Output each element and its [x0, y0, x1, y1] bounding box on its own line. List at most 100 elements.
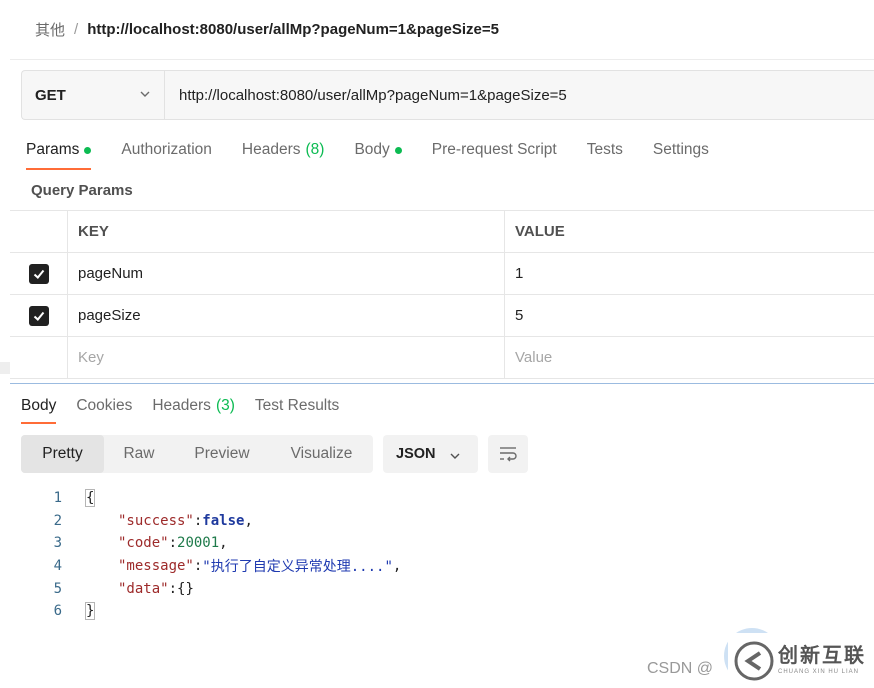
headers-count: (8)	[305, 141, 325, 158]
json-key-data: "data"	[118, 580, 169, 597]
brand-watermark: 创新互联 CHUANG XIN HU LIAN	[728, 633, 874, 688]
url-input[interactable]: http://localhost:8080/user/allMp?pageNum…	[165, 71, 567, 119]
wrap-lines-icon	[500, 447, 517, 462]
param-value[interactable]: 1	[505, 253, 874, 294]
json-open-brace: {	[84, 489, 96, 508]
code-line: 2 "success": false,	[30, 510, 401, 533]
response-tab-cookies-label: Cookies	[76, 397, 133, 414]
response-tab-headers[interactable]: Headers (3)	[152, 396, 235, 416]
line-number: 5	[53, 580, 62, 597]
line-number: 1	[53, 490, 62, 507]
json-value-data: {}	[177, 580, 194, 597]
new-value-input[interactable]: Value	[505, 337, 874, 378]
table-row: pageNum 1	[10, 253, 874, 295]
response-tabs: Body Cookies Headers (3) Test Results	[21, 396, 359, 424]
wrap-lines-button[interactable]	[488, 435, 528, 473]
format-select[interactable]: JSON	[383, 435, 478, 473]
param-value[interactable]: 5	[505, 295, 874, 336]
param-checkbox-cell	[10, 295, 68, 336]
view-pretty-button[interactable]: Pretty	[21, 435, 104, 473]
response-headers-count: (3)	[215, 397, 235, 414]
csdn-watermark: CSDN @	[647, 660, 714, 677]
json-key-success: "success"	[118, 512, 194, 529]
table-header-row: KEY VALUE	[10, 211, 874, 253]
query-params-table: KEY VALUE pageNum 1 pageSize 5 Key Value	[10, 210, 874, 379]
brand-name-cn: 创新互联	[778, 645, 866, 667]
response-tab-test-results-label: Test Results	[254, 397, 340, 414]
line-number: 3	[53, 535, 62, 552]
json-value-code: 20001	[177, 535, 220, 552]
checkmark-icon	[33, 311, 44, 321]
tab-settings-label: Settings	[652, 141, 709, 158]
tab-tests[interactable]: Tests	[587, 140, 623, 160]
tab-authorization-label: Authorization	[121, 141, 212, 158]
breadcrumb-collection[interactable]: 其他	[35, 19, 65, 40]
key-column-header: KEY	[68, 211, 505, 252]
body-indicator-dot	[394, 146, 402, 154]
code-line: 3 "code": 20001,	[30, 532, 401, 555]
table-row: pageSize 5	[10, 295, 874, 337]
left-edge-strip	[0, 362, 10, 374]
method-label: GET	[35, 86, 66, 104]
code-line: 6 }	[30, 600, 401, 623]
code-line: 5 "data": {}	[30, 577, 401, 600]
tab-tests-label: Tests	[586, 141, 623, 158]
tab-settings[interactable]: Settings	[653, 140, 709, 160]
json-key-code: "code"	[118, 535, 169, 552]
param-key[interactable]: pageSize	[68, 295, 505, 336]
tab-authorization[interactable]: Authorization	[121, 140, 211, 160]
request-url-bar: GET http://localhost:8080/user/allMp?pag…	[21, 70, 874, 120]
breadcrumb-separator: /	[74, 21, 79, 38]
request-tabs: Params Authorization Headers (8) Body Pre…	[26, 140, 739, 170]
header-divider	[10, 59, 874, 60]
param-key[interactable]: pageNum	[68, 253, 505, 294]
params-indicator-dot	[84, 146, 92, 154]
json-value-success: false	[202, 512, 245, 529]
param-checkbox-cell	[10, 337, 68, 378]
code-line: 4 "message": "执行了自定义异常处理....",	[30, 555, 402, 578]
tab-body-label: Body	[354, 141, 390, 158]
json-close-brace: }	[84, 602, 96, 621]
param-checkbox[interactable]	[28, 305, 49, 326]
query-params-title: Query Params	[31, 182, 133, 199]
chevron-down-icon	[450, 453, 460, 459]
view-mode-group: Pretty Raw Preview Visualize	[21, 435, 373, 473]
method-select[interactable]: GET	[22, 71, 165, 119]
response-tab-test-results[interactable]: Test Results	[255, 396, 339, 416]
json-value-message: "执行了自定义异常处理...."	[202, 559, 393, 576]
checkmark-icon	[33, 269, 44, 279]
tab-pre-request-label: Pre-request Script	[431, 141, 557, 158]
tab-params[interactable]: Params	[26, 140, 92, 170]
tab-headers[interactable]: Headers (8)	[242, 140, 325, 160]
breadcrumb-request-name[interactable]: http://localhost:8080/user/allMp?pageNum…	[87, 21, 499, 38]
view-visualize-button[interactable]: Visualize	[270, 435, 373, 473]
breadcrumb: 其他 / http://localhost:8080/user/allMp?pa…	[35, 19, 499, 40]
response-body-viewer[interactable]: 1 { 2 "success": false, 3 "code": 20001,…	[30, 487, 401, 623]
view-preview-button[interactable]: Preview	[174, 435, 270, 473]
tab-headers-label: Headers	[241, 141, 301, 158]
json-key-message: "message"	[118, 558, 194, 575]
new-key-input[interactable]: Key	[68, 337, 505, 378]
line-number: 2	[53, 512, 62, 529]
tab-params-label: Params	[26, 141, 80, 158]
view-raw-button[interactable]: Raw	[104, 435, 174, 473]
chevron-down-icon	[140, 91, 150, 97]
param-checkbox[interactable]	[28, 263, 49, 284]
response-tab-cookies[interactable]: Cookies	[76, 396, 132, 416]
brand-logo-icon	[734, 641, 774, 681]
brand-text: 创新互联 CHUANG XIN HU LIAN	[778, 646, 866, 675]
response-tab-headers-label: Headers	[152, 397, 211, 414]
format-select-label: JSON	[396, 446, 436, 462]
brand-name-en: CHUANG XIN HU LIAN	[778, 669, 860, 675]
pane-splitter[interactable]	[10, 383, 874, 384]
line-number: 4	[53, 558, 62, 575]
table-row-new: Key Value	[10, 337, 874, 379]
param-checkbox-cell	[10, 253, 68, 294]
tab-body[interactable]: Body	[354, 140, 402, 160]
code-line: 1 {	[30, 487, 401, 510]
tab-pre-request-script[interactable]: Pre-request Script	[432, 140, 557, 160]
response-tab-body-label: Body	[21, 397, 57, 414]
response-tab-body[interactable]: Body	[21, 396, 57, 424]
checkbox-column-header	[10, 211, 68, 252]
line-number: 6	[53, 603, 62, 620]
